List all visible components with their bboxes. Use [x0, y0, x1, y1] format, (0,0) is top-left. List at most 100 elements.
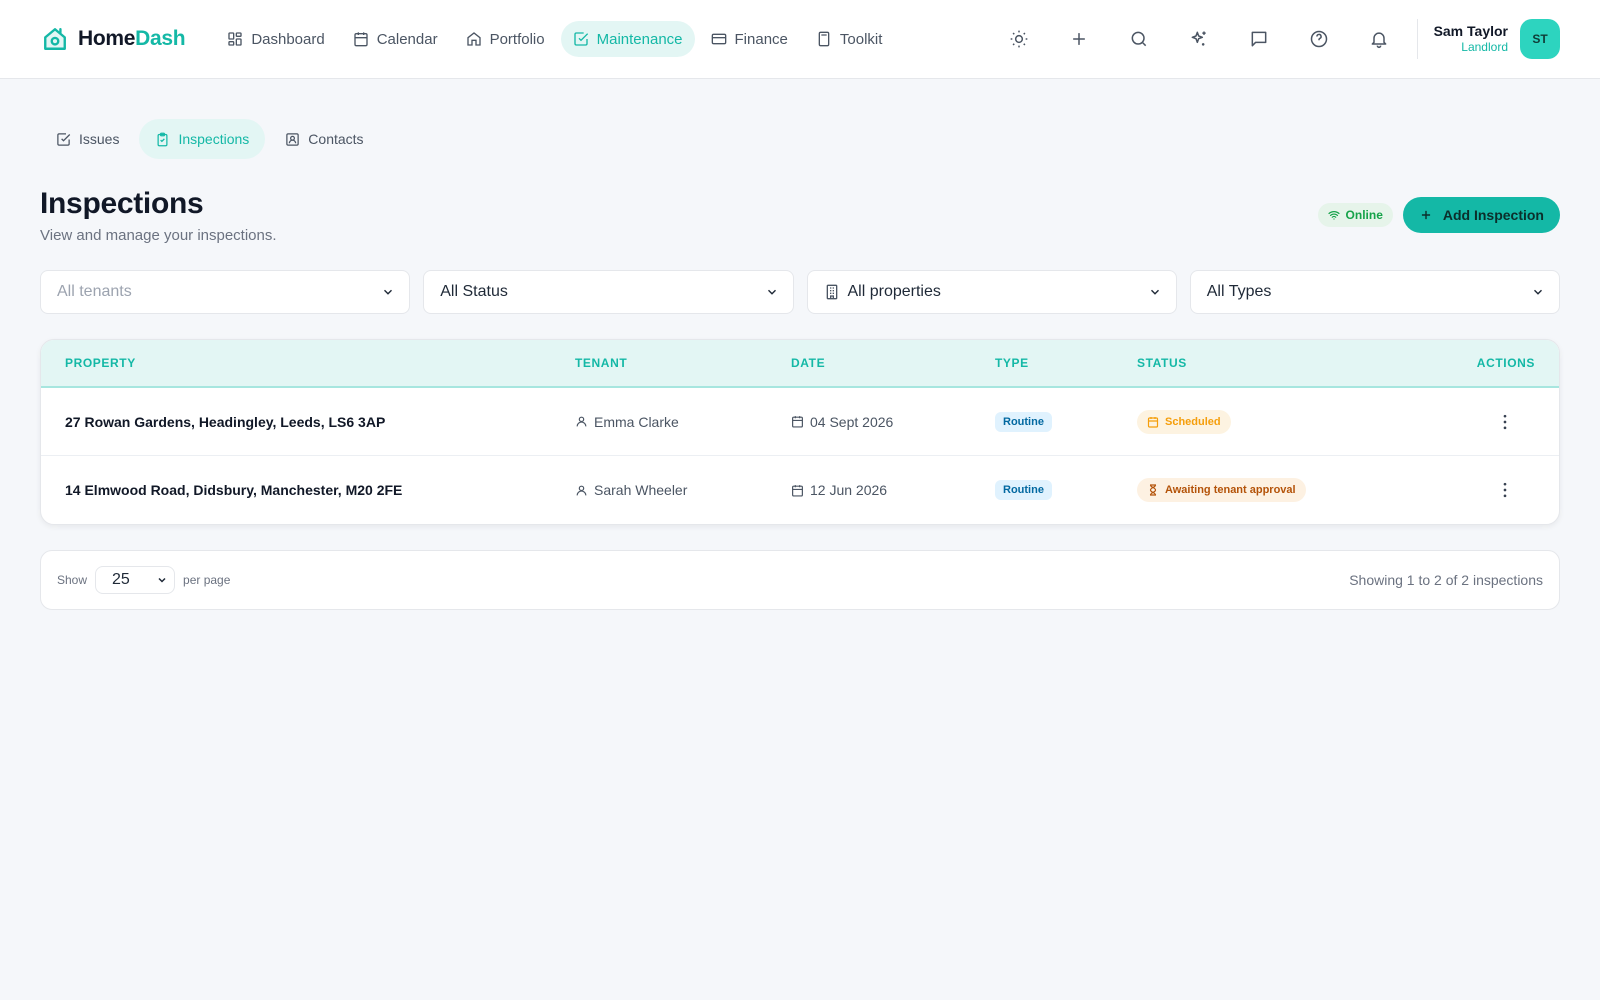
help-icon — [1309, 29, 1329, 49]
user-icon — [575, 484, 588, 497]
property-filter-select[interactable]: All properties — [806, 270, 1177, 314]
column-header-type[interactable]: TYPE — [995, 356, 1137, 370]
calendar-icon — [353, 31, 369, 47]
show-label: Show — [57, 573, 88, 587]
tab-label: Contacts — [308, 131, 364, 147]
avatar[interactable]: ST — [1520, 19, 1560, 59]
column-header-property[interactable]: PROPERTY — [65, 356, 575, 370]
chevron-down-icon — [381, 285, 395, 299]
ai-assistant-button[interactable] — [1181, 21, 1217, 57]
calendar-icon — [791, 415, 804, 428]
user-name: Sam Taylor — [1433, 22, 1508, 39]
building-icon — [824, 284, 840, 300]
nav-item-label: Calendar — [376, 30, 438, 48]
page-header: Inspections View and manage your inspect… — [40, 187, 1560, 244]
cell-status: Scheduled — [1137, 409, 1415, 434]
grid-icon — [227, 31, 243, 47]
nav-item-label: Finance — [734, 30, 788, 48]
tab-label: Inspections — [178, 131, 250, 147]
column-header-tenant[interactable]: TENANT — [575, 356, 791, 370]
type-filter-select[interactable]: All Types — [1189, 270, 1560, 314]
user-info: Sam Taylor Landlord — [1434, 23, 1508, 56]
help-button[interactable] — [1301, 21, 1337, 57]
per-page-select[interactable]: 25 — [95, 566, 176, 594]
nav-item-maintenance[interactable]: Maintenance — [560, 21, 695, 57]
nav-item-label: Portfolio — [489, 30, 545, 48]
inspection-date: 04 Sept 2026 — [810, 413, 894, 430]
more-vertical-icon[interactable] — [1495, 480, 1515, 500]
calendar-icon — [791, 484, 804, 497]
cell-type: Routine — [995, 480, 1137, 500]
quick-add-button[interactable] — [1061, 21, 1097, 57]
hourglass-icon — [1147, 484, 1159, 496]
tab-contacts[interactable]: Contacts — [269, 119, 379, 159]
chevron-down-icon — [156, 574, 168, 586]
header-divider — [1416, 19, 1418, 59]
nav-item-calendar[interactable]: Calendar — [341, 21, 450, 57]
messages-button[interactable] — [1241, 21, 1277, 57]
status-filter-select[interactable]: All Status — [423, 270, 794, 314]
clipboard-icon — [155, 132, 170, 147]
column-header-status[interactable]: STATUS — [1137, 356, 1415, 370]
calculator-icon — [816, 31, 832, 47]
more-vertical-icon[interactable] — [1495, 412, 1515, 432]
check-square-icon — [573, 31, 589, 47]
type-badge: Routine — [995, 411, 1052, 432]
status-badge-label: Online — [1345, 208, 1383, 222]
plus-icon — [1069, 29, 1089, 49]
table-header: PROPERTY TENANT DATE TYPE STATUS ACTIONS — [41, 340, 1559, 388]
cell-date: 12 Jun 2026 — [791, 482, 995, 498]
status-label: Scheduled — [1165, 415, 1221, 428]
property-filter-value: All properties — [847, 283, 941, 300]
status-label: Awaiting tenant approval — [1165, 484, 1296, 496]
tenant-filter-value: All tenants — [57, 283, 132, 300]
page-heading: Inspections View and manage your inspect… — [40, 187, 277, 244]
search-button[interactable] — [1121, 21, 1157, 57]
brand[interactable]: HomeDash — [42, 26, 186, 52]
main-nav: Dashboard Calendar Portfolio Maintenance… — [215, 21, 894, 57]
message-icon — [1249, 29, 1269, 49]
house-icon — [42, 26, 68, 52]
add-inspection-button[interactable]: Add Inspection — [1402, 197, 1560, 233]
top-bar: HomeDash Dashboard Calendar Portfolio Ma… — [0, 0, 1600, 79]
page-header-actions: Online Add Inspection — [1317, 197, 1560, 233]
tab-inspections[interactable]: Inspections — [139, 119, 266, 159]
pagination-info: Showing 1 to 2 of 2 inspections — [1349, 572, 1543, 588]
table-row[interactable]: 27 Rowan Gardens, Headingley, Leeds, LS6… — [41, 388, 1559, 456]
user-icon — [575, 415, 588, 428]
nav-item-dashboard[interactable]: Dashboard — [215, 21, 336, 57]
bell-icon — [1369, 29, 1389, 49]
status-filter-value: All Status — [440, 283, 508, 300]
column-header-date[interactable]: DATE — [791, 356, 995, 370]
card-icon — [711, 31, 727, 47]
tenant-name: Sarah Wheeler — [594, 482, 688, 498]
tenant-filter-select[interactable]: All tenants — [40, 270, 411, 314]
chevron-down-icon — [765, 285, 779, 299]
maintenance-subtabs: Issues Inspections Contacts — [40, 119, 1560, 159]
sparkles-icon — [1189, 29, 1209, 49]
tab-label: Issues — [79, 131, 120, 147]
nav-item-label: Dashboard — [251, 30, 325, 48]
home-icon — [466, 31, 482, 47]
cell-tenant: Emma Clarke — [575, 414, 791, 430]
main-content: Issues Inspections Contacts Inspections … — [0, 79, 1600, 610]
theme-toggle-button[interactable] — [1001, 21, 1037, 57]
cell-tenant: Sarah Wheeler — [575, 482, 791, 498]
user-menu[interactable]: Sam Taylor Landlord ST — [1434, 19, 1560, 59]
plus-icon — [1419, 208, 1433, 222]
inspections-table: PROPERTY TENANT DATE TYPE STATUS ACTIONS… — [40, 339, 1560, 525]
nav-item-portfolio[interactable]: Portfolio — [454, 21, 557, 57]
per-page-value: 25 — [112, 571, 130, 588]
cell-actions — [1415, 412, 1535, 432]
column-header-actions: ACTIONS — [1476, 356, 1535, 370]
nav-item-toolkit[interactable]: Toolkit — [804, 21, 895, 57]
tab-issues[interactable]: Issues — [40, 119, 135, 159]
nav-item-finance[interactable]: Finance — [699, 21, 800, 57]
user-role: Landlord — [1461, 40, 1508, 55]
notifications-button[interactable] — [1361, 21, 1397, 57]
type-filter-value: All Types — [1206, 283, 1272, 300]
brand-name-part2: Dash — [135, 27, 186, 50]
table-row[interactable]: 14 Elmwood Road, Didsbury, Manchester, M… — [41, 456, 1559, 524]
type-badge: Routine — [995, 480, 1052, 500]
filters: All tenants All Status All properties Al… — [40, 270, 1560, 314]
